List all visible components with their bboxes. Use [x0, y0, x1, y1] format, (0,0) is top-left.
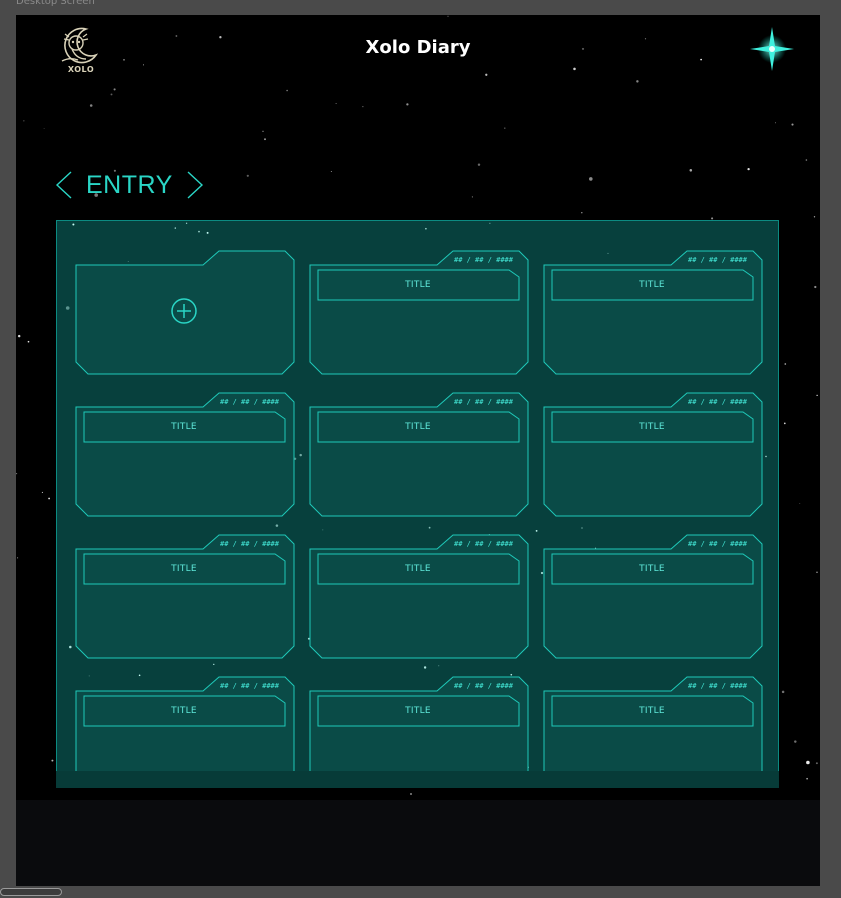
- entry-card[interactable]: ## / ## / #### TITLE: [309, 534, 529, 660]
- entry-date: ## / ## / ####: [453, 256, 513, 264]
- section-title: ENTRY: [86, 170, 173, 199]
- entry-card[interactable]: ## / ## / #### TITLE: [75, 534, 295, 660]
- section-nav: ENTRY: [54, 167, 205, 203]
- horizontal-scrollbar[interactable]: [0, 888, 62, 896]
- panel-footer: [56, 771, 779, 788]
- entry-date: ## / ## / ####: [453, 682, 513, 690]
- entry-date: ## / ## / ####: [219, 682, 279, 690]
- logo-text: XOLO: [67, 65, 95, 74]
- app-title: Xolo Diary: [365, 37, 471, 58]
- desktop-screen: XOLO Xolo Diary ENTRY ## / ## / #### TIT…: [16, 15, 820, 886]
- entry-date: ## / ## / ####: [453, 540, 513, 548]
- bottom-band: [16, 800, 820, 886]
- entry-card[interactable]: ## / ## / #### TITLE: [75, 392, 295, 518]
- entry-date: ## / ## / ####: [687, 398, 747, 406]
- entry-card[interactable]: ## / ## / #### TITLE: [543, 250, 763, 376]
- entry-card[interactable]: ## / ## / #### TITLE: [543, 534, 763, 660]
- entry-card[interactable]: ## / ## / #### TITLE: [543, 392, 763, 518]
- entry-date: ## / ## / ####: [687, 682, 747, 690]
- chevron-right-icon[interactable]: [185, 170, 205, 200]
- entry-title[interactable]: TITLE: [317, 412, 519, 442]
- entry-card[interactable]: ## / ## / #### TITLE: [309, 250, 529, 376]
- entry-title[interactable]: TITLE: [83, 696, 285, 726]
- chevron-left-icon[interactable]: [54, 170, 74, 200]
- entry-title[interactable]: TITLE: [551, 270, 753, 300]
- entry-title[interactable]: TITLE: [551, 412, 753, 442]
- entry-title[interactable]: TITLE: [317, 696, 519, 726]
- entry-title[interactable]: TITLE: [551, 696, 753, 726]
- entry-title[interactable]: TITLE: [317, 554, 519, 584]
- entries-panel: ## / ## / #### TITLE ## / ## / #### TITLE ##…: [56, 220, 779, 788]
- entry-date: ## / ## / ####: [453, 398, 513, 406]
- entry-date: ## / ## / ####: [687, 540, 747, 548]
- entry-date: ## / ## / ####: [219, 540, 279, 548]
- four-point-star-icon[interactable]: [748, 25, 796, 73]
- entry-title[interactable]: TITLE: [83, 554, 285, 584]
- new-entry-card[interactable]: [75, 250, 295, 376]
- entry-card[interactable]: ## / ## / #### TITLE: [309, 392, 529, 518]
- entry-title[interactable]: TITLE: [551, 554, 753, 584]
- entry-title[interactable]: TITLE: [317, 270, 519, 300]
- entry-title[interactable]: TITLE: [83, 412, 285, 442]
- entry-date: ## / ## / ####: [687, 256, 747, 264]
- plus-circle-icon[interactable]: [170, 297, 198, 325]
- frame-label: Desktop Screen: [16, 0, 95, 7]
- entry-date: ## / ## / ####: [219, 398, 279, 406]
